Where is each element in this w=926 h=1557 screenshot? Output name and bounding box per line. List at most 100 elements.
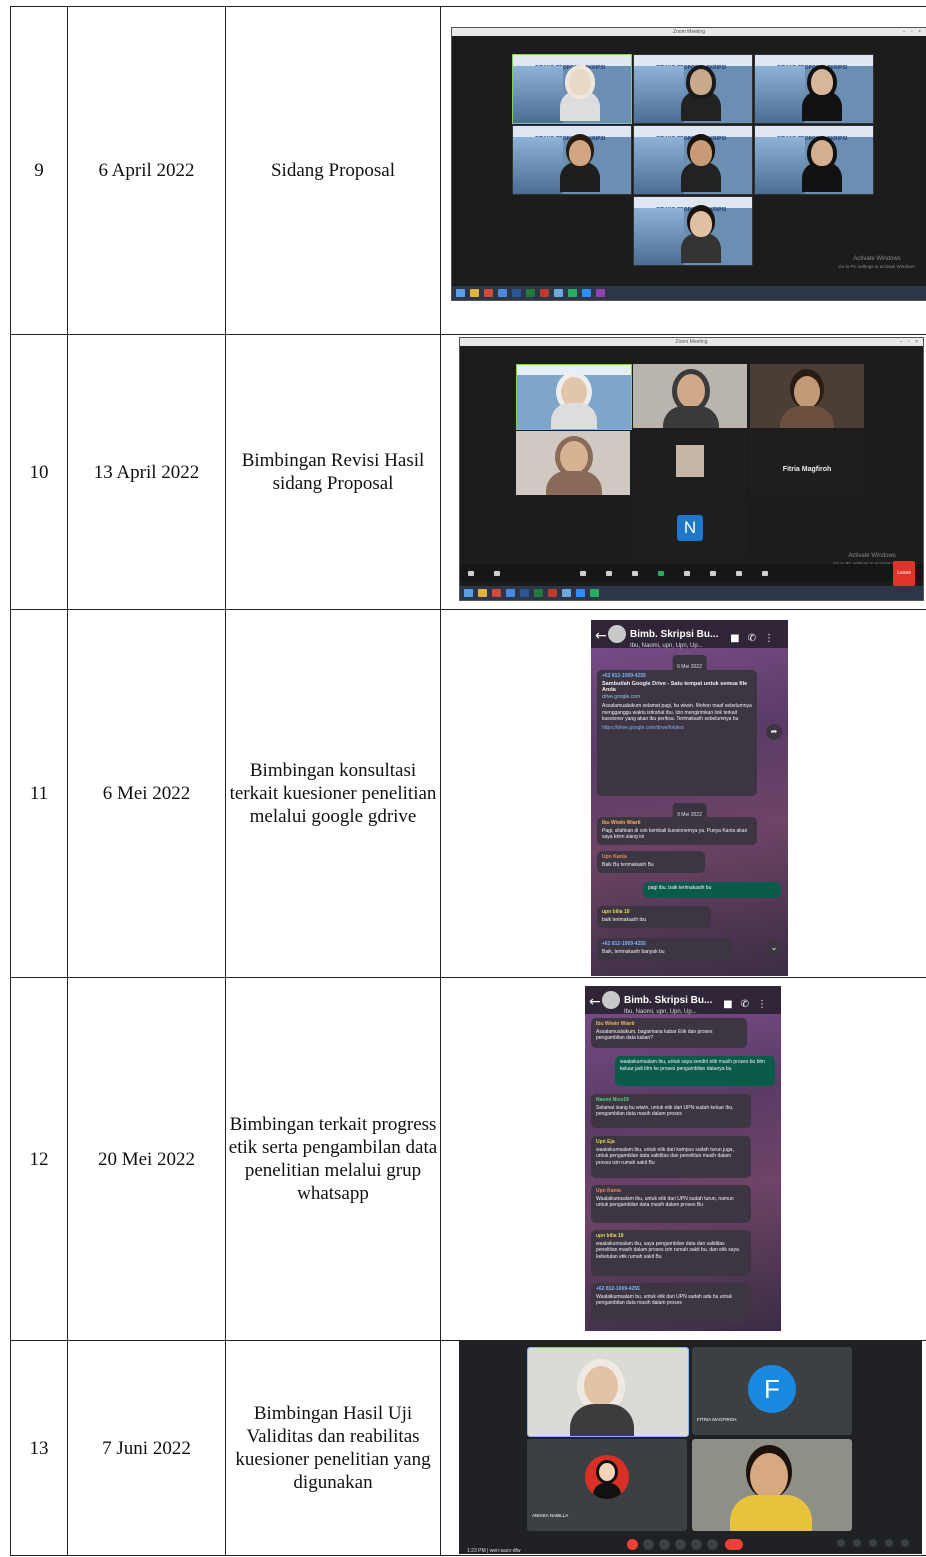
chat-header: ← Bimb. Skripsi Bu... Ibu, Naomi, upn, U… [591,620,788,650]
video-tile[interactable] [750,364,864,428]
video-tile[interactable]: SIDANG PROPOSAL SKRIPSI [512,125,632,195]
people-icon[interactable] [853,1539,861,1547]
more-options-icon[interactable] [707,1539,718,1550]
zoom-icon[interactable] [582,289,591,297]
window-controls[interactable]: – ▫ × [903,28,923,36]
video-tile[interactable] [633,431,747,495]
app-icon[interactable] [548,589,557,597]
video-tile[interactable] [692,1439,852,1531]
app-icon[interactable] [492,589,501,597]
message-bubble[interactable]: +62 812-1009-4255 Waalaikumsalam bu, unt… [591,1283,751,1321]
message-bubble[interactable]: +62 812-1009-4255 Sambutlah Google Drive… [597,670,757,796]
zoom-window: Zoom Meeting – ▫ × SIDANG PROPOSAL SKRIPS… [451,27,926,301]
breakout-icon[interactable] [710,570,716,576]
video-tile[interactable] [527,1347,689,1437]
app-icon[interactable] [596,289,605,297]
app-icon[interactable] [540,289,549,297]
chat-header: ← Bimb. Skripsi Bu... Ibu, Naomi, upn, U… [585,986,781,1016]
video-tile[interactable]: SIDANG PROPOSAL SKRIPSI [754,125,874,195]
app-icon[interactable] [484,289,493,297]
participant-name: FITRIA MAGFIROH [697,1417,737,1422]
group-avatar[interactable] [608,625,626,643]
present-icon[interactable] [691,1539,702,1550]
table-row: 11 6 Mei 2022 Bimbingan konsultasi terka… [10,609,926,978]
row-date: 6 April 2022 [67,6,226,335]
message-bubble[interactable]: Upn Eja waalaikumsalam ibu, untuk etik d… [591,1136,751,1178]
message-bubble[interactable]: Ibu Wiwin Wiarti Pagi, silahkan di cek k… [597,817,757,845]
record-icon[interactable] [684,570,690,576]
mic-off-icon[interactable] [627,1539,638,1550]
start-icon[interactable] [464,589,473,597]
app-icon[interactable] [590,589,599,597]
participants-icon[interactable] [606,570,612,576]
message-bubble[interactable]: +62 812-1009-4255 Baik, terimakasih bany… [597,938,733,960]
back-arrow-icon[interactable]: ← [595,625,607,648]
video-tile[interactable]: SIDANG PROPOSAL SKRIPSI [633,196,753,266]
scroll-down-icon[interactable]: ⌄ [766,940,782,956]
share-screen-icon[interactable] [658,570,664,576]
start-icon[interactable] [456,289,465,297]
forward-icon[interactable]: ➦ [766,724,782,740]
mute-icon[interactable] [468,570,474,576]
video-tile[interactable]: SIDANG PROPOSAL SKRIPSI [633,54,753,124]
excel-icon[interactable] [526,289,535,297]
evidence-screenshot: ← Bimb. Skripsi Bu... Ibu, Naomi, upn, U… [440,609,926,978]
video-tile[interactable] [516,431,630,495]
chat-icon[interactable] [632,570,638,576]
activities-icon[interactable] [885,1539,893,1547]
chat-icon[interactable] [869,1539,877,1547]
message-bubble[interactable]: upn bilia 18 baik terimakasih ibu [597,906,711,928]
table-row: 9 6 April 2022 Sidang Proposal Zoom Meet… [10,6,926,335]
word-icon[interactable] [520,589,529,597]
message-bubble[interactable]: pagi ibu, baik terimakasih bu [643,882,781,898]
message-bubble[interactable]: upn bilia 18 waalaikumsalam ibu, saya pe… [591,1230,751,1276]
back-arrow-icon[interactable]: ← [589,991,601,1014]
app-icon[interactable] [568,289,577,297]
apps-icon[interactable] [762,570,768,576]
app-icon[interactable] [506,589,515,597]
folder-icon[interactable] [470,289,479,297]
app-icon[interactable] [498,289,507,297]
video-tile[interactable]: ANNISA NABILLA [527,1439,687,1531]
message-bubble[interactable]: waalaikumsalam ibu, untuk saya sendiri e… [615,1056,775,1086]
message-bubble[interactable]: Naomi Nice19 Selamat siang bu wiwin, unt… [591,1094,751,1128]
host-controls-icon[interactable] [901,1539,909,1547]
video-icon[interactable] [494,570,500,576]
info-icon[interactable] [837,1539,845,1547]
evidence-screenshot: Zoom Meeting – ▫ × Fitria Magfiroh N Act… [440,334,926,610]
meet-toolbar: 1:23 PM | wen-sazo-dfw [459,1534,922,1554]
captions-icon[interactable] [659,1539,670,1550]
end-call-button[interactable] [725,1539,743,1550]
chat-actions[interactable]: ■✆⋮ [730,627,782,650]
excel-icon[interactable] [534,589,543,597]
folder-icon[interactable] [478,589,487,597]
window-title: Zoom Meeting [675,339,708,345]
app-icon[interactable] [562,589,571,597]
message-bubble[interactable]: Upn Kania Waalaikumsalam ibu, untuk etik… [591,1185,751,1223]
video-tile[interactable] [633,364,747,428]
video-tile[interactable]: Fitria Magfiroh [750,431,864,495]
windows-taskbar [452,286,926,300]
video-tile[interactable]: SIDANG PROPOSAL SKRIPSI [754,54,874,124]
video-tile[interactable]: F FITRIA MAGFIROH [692,1347,852,1435]
leave-button[interactable]: Leave [893,560,915,586]
message-bubble[interactable]: Upn Kania Baik Bu terimakasih Bu [597,851,705,873]
participant-name: ANNISA NABILLA [532,1513,569,1518]
camera-icon[interactable] [643,1539,654,1550]
zoom-icon[interactable] [576,589,585,597]
video-tile[interactable] [516,364,632,430]
video-tile[interactable]: N [633,498,747,558]
reactions-icon[interactable] [736,570,742,576]
security-icon[interactable] [580,570,586,576]
raise-hand-icon[interactable] [675,1539,686,1550]
window-controls[interactable]: – ▫ × [900,338,920,346]
table-row: 12 20 Mei 2022 Bimbingan terkait progres… [10,977,926,1341]
message-bubble[interactable]: Ibu Wiwin Wiarti Assalamualaikum, bagaim… [591,1018,747,1048]
chat-actions[interactable]: ■✆⋮ [723,993,775,1016]
video-tile[interactable]: SIDANG PROPOSAL SKRIPSI [512,54,632,124]
row-activity: Bimbingan terkait progress etik serta pe… [225,977,441,1341]
app-icon[interactable] [554,289,563,297]
group-avatar[interactable] [602,991,620,1009]
word-icon[interactable] [512,289,521,297]
video-tile[interactable]: SIDANG PROPOSAL SKRIPSI [633,125,753,195]
